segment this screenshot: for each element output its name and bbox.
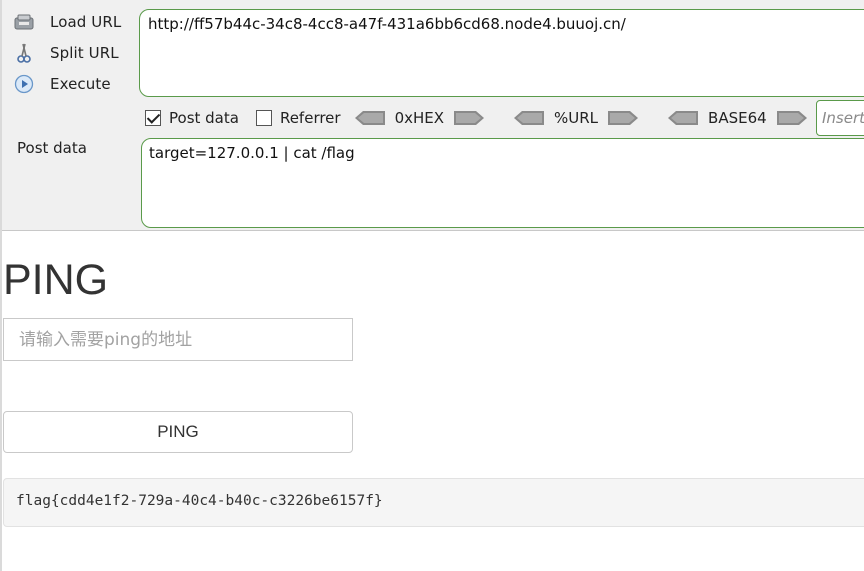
load-url-label: Load URL	[50, 13, 122, 31]
execute-button[interactable]: Execute	[12, 72, 111, 96]
encoder-hex-label: 0xHEX	[394, 109, 445, 127]
chevron-right-arrow-icon[interactable]	[454, 110, 485, 126]
chevron-right-arrow-icon[interactable]	[608, 110, 639, 126]
chevron-left-arrow-icon[interactable]	[514, 110, 545, 126]
insert-string-input[interactable]: Insert string to replace	[816, 100, 864, 136]
encoder-base64-label: BASE64	[708, 109, 767, 127]
encoder-base64: BASE64	[668, 109, 807, 127]
split-url-button[interactable]: Split URL	[12, 41, 119, 65]
load-url-icon	[12, 11, 36, 33]
ping-result: flag{cdd4e1f2-729a-40c4-b40c-c3226be6157…	[3, 478, 864, 527]
execute-label: Execute	[50, 75, 111, 93]
referrer-check-icon[interactable]	[255, 110, 272, 126]
page-title: PING	[3, 256, 109, 304]
chevron-left-arrow-icon[interactable]	[668, 110, 699, 126]
split-url-label: Split URL	[50, 44, 119, 62]
chevron-right-arrow-icon[interactable]	[776, 110, 807, 126]
post-data-checkbox-label: Post data	[169, 109, 239, 127]
ping-address-input[interactable]	[3, 318, 353, 361]
page-edge	[0, 231, 2, 571]
encoder-url-label: %URL	[554, 109, 599, 127]
referrer-checkbox[interactable]: Referrer	[255, 109, 341, 127]
ping-button[interactable]: PING	[3, 411, 353, 453]
scissors-icon	[12, 42, 36, 64]
chevron-left-arrow-icon[interactable]	[354, 110, 385, 126]
play-icon	[12, 73, 36, 95]
post-data-label: Post data	[17, 139, 87, 157]
panel-edge	[0, 0, 2, 231]
options-row: Post data Referrer 0xHEX %URL BASE64	[145, 106, 807, 130]
url-input[interactable]: http://ff57b44c-34c8-4cc8-a47f-431a6bb6c…	[139, 9, 864, 97]
hackbar-panel: Load URL Split URL Execute http://ff57b4…	[0, 0, 864, 231]
post-data-checkbox[interactable]: Post data	[145, 109, 239, 127]
encoder-url: %URL	[514, 109, 639, 127]
post-data-check-icon[interactable]	[145, 110, 161, 126]
encoder-hex: 0xHEX	[354, 109, 485, 127]
post-data-input[interactable]: target=127.0.0.1 | cat /flag	[141, 138, 864, 228]
load-url-button[interactable]: Load URL	[12, 10, 121, 34]
referrer-checkbox-label: Referrer	[279, 109, 341, 127]
